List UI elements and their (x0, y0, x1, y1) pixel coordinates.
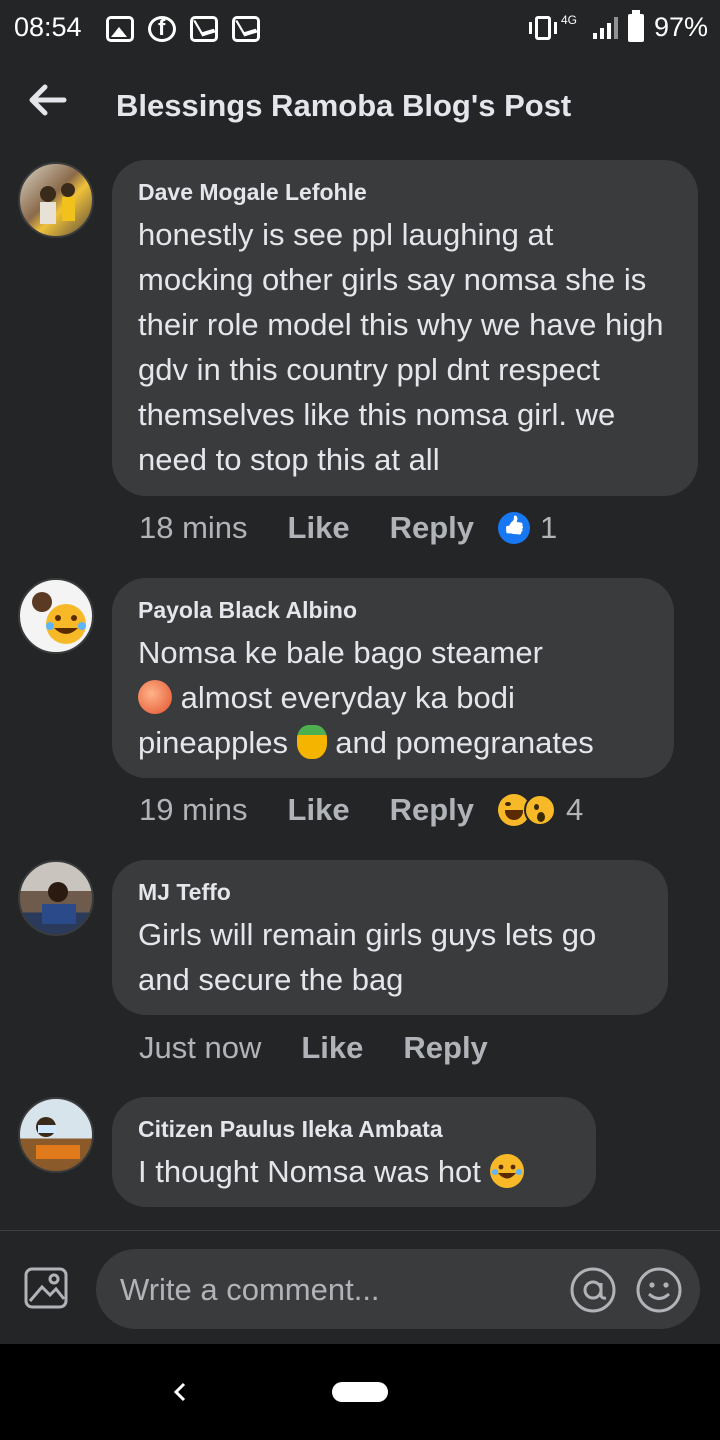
network-type: 4G (560, 12, 577, 27)
avatar-image (40, 183, 75, 224)
system-nav-bar (0, 1344, 720, 1440)
reactions[interactable]: 4 (498, 792, 583, 828)
comment-author[interactable]: Dave Mogale Lefohle (138, 178, 672, 206)
photo-icon[interactable] (22, 1265, 70, 1311)
battery-percent: 97% (653, 12, 708, 42)
reply-button[interactable]: Reply (403, 1030, 487, 1066)
comment-actions: 19 mins Like Reply 4 (139, 792, 583, 828)
like-button[interactable]: Like (288, 510, 350, 546)
avatar[interactable] (18, 578, 94, 654)
comment-author[interactable]: MJ Teffo (138, 878, 642, 906)
status-bar: 08:54 4G 97% (0, 0, 720, 60)
emoji-icon[interactable] (634, 1265, 684, 1315)
comment-input-container (96, 1249, 700, 1331)
battery-icon (627, 9, 644, 42)
notification-icons (106, 15, 260, 42)
comment-author[interactable]: Payola Black Albino (138, 596, 648, 624)
nav-back-icon[interactable] (170, 1378, 190, 1406)
comment-actions: Just now Like Reply (139, 1030, 488, 1066)
comment-actions: 18 mins Like Reply 1 (139, 510, 557, 546)
wow-reaction-icon (524, 794, 556, 826)
like-button[interactable]: Like (288, 792, 350, 828)
nav-home-pill[interactable] (332, 1382, 388, 1402)
reply-button[interactable]: Reply (390, 792, 474, 828)
signal-icon (592, 16, 618, 39)
comment-text: honestly is see ppl laughing at mocking … (138, 217, 664, 477)
comment-bubble[interactable]: MJ Teffo Girls will remain girls guys le… (112, 860, 668, 1015)
comment-author[interactable]: Citizen Paulus Ileka Ambata (138, 1115, 570, 1143)
vibrate-icon (528, 15, 557, 40)
comment-bubble[interactable]: Dave Mogale Lefohle honestly is see ppl … (112, 160, 698, 496)
status-time: 08:54 (14, 12, 82, 42)
comment-time: 19 mins (139, 792, 248, 827)
comment-composer (0, 1230, 720, 1345)
mail-notification-icon (190, 16, 218, 42)
peach-emoji-icon (138, 680, 172, 714)
system-icons: 4G 97% (528, 9, 708, 43)
avatar[interactable] (18, 1097, 94, 1173)
comment-time: 18 mins (139, 510, 248, 545)
comment-bubble[interactable]: Citizen Paulus Ileka Ambata I thought No… (112, 1097, 596, 1207)
comment-text-part: Nomsa ke bale bago steamer (138, 635, 543, 670)
comment-text-part: and pomegranates (335, 725, 594, 760)
laughing-emoji-icon (489, 1154, 524, 1188)
like-button[interactable]: Like (301, 1030, 363, 1066)
comment-text: Nomsa ke bale bago steamer almost everyd… (138, 630, 648, 765)
gallery-notification-icon (106, 16, 134, 42)
pineapple-emoji-icon (296, 725, 327, 759)
comment-text-part: I thought Nomsa was hot (138, 1154, 481, 1189)
mail-notification-icon (232, 16, 260, 42)
reaction-count: 4 (566, 792, 584, 827)
back-arrow-icon[interactable] (28, 80, 68, 120)
comment-bubble[interactable]: Payola Black Albino Nomsa ke bale bago s… (112, 578, 674, 778)
comment-text: Girls will remain girls guys lets go and… (138, 917, 597, 997)
reply-button[interactable]: Reply (390, 510, 474, 546)
avatar-image (36, 1117, 80, 1159)
like-reaction-icon (498, 512, 530, 544)
reaction-count: 1 (540, 510, 558, 545)
facebook-notification-icon (148, 15, 176, 42)
comment-text: I thought Nomsa was hot (138, 1149, 570, 1194)
reactions[interactable]: 1 (498, 510, 557, 546)
avatar[interactable] (18, 162, 94, 238)
avatar[interactable] (18, 860, 94, 936)
page-title: Blessings Ramoba Blog's Post (116, 88, 572, 123)
avatar-image (32, 592, 86, 644)
comment-input[interactable] (118, 1249, 552, 1331)
comment-time: Just now (139, 1030, 262, 1065)
header: Blessings Ramoba Blog's Post (0, 60, 720, 150)
avatar-image (42, 882, 76, 924)
mention-icon[interactable] (568, 1265, 618, 1315)
